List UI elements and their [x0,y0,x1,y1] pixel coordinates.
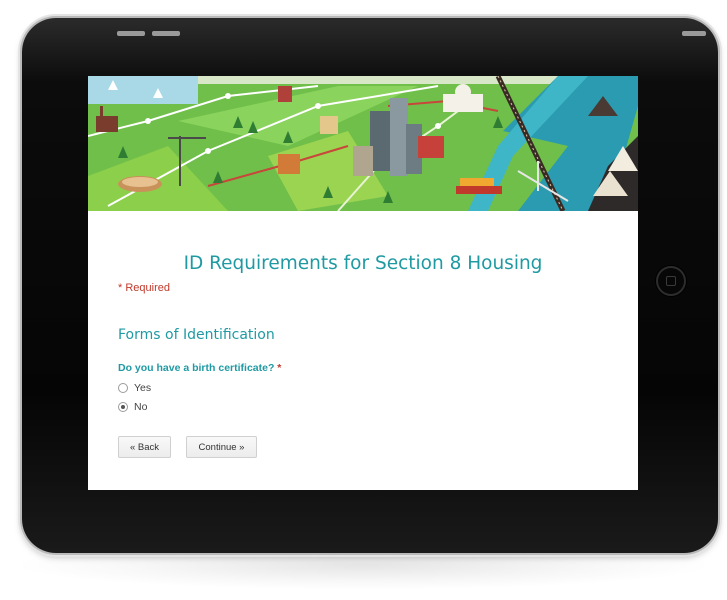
tablet-screen: ID Requirements for Section 8 Housing * … [88,76,638,490]
continue-button[interactable]: Continue » [186,436,257,458]
option-no[interactable]: No [118,401,147,413]
required-note: * Required [118,282,170,294]
option-no-label: No [134,401,148,413]
option-yes[interactable]: Yes [118,382,151,394]
option-yes-label: Yes [134,382,152,394]
power-button [682,31,706,36]
back-button[interactable]: « Back [118,436,171,458]
volume-down-button [152,31,180,36]
header-banner-illustration [88,76,638,211]
section-heading: Forms of Identification [118,327,275,343]
radio-yes[interactable] [118,383,128,393]
question-text: Do you have a birth certificate? [118,362,275,374]
volume-up-button [117,31,145,36]
question-label: Do you have a birth certificate? * [118,362,281,374]
form-title: ID Requirements for Section 8 Housing [183,253,543,274]
radio-no[interactable] [118,402,128,412]
required-marker: * [277,362,282,374]
home-button[interactable] [656,266,686,296]
